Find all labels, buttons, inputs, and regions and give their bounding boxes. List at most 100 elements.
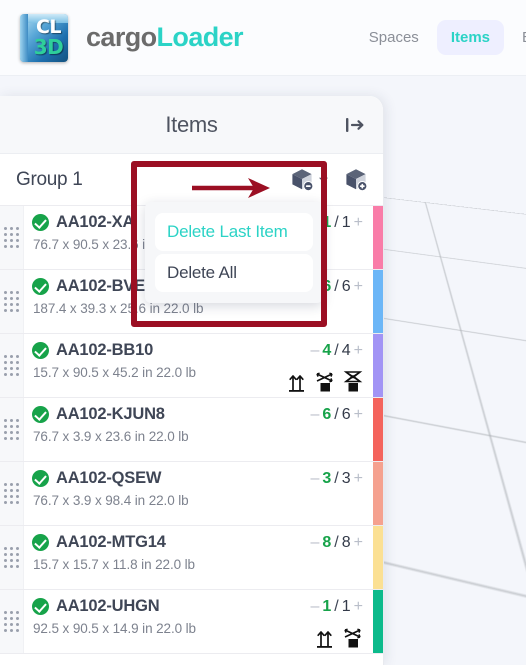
quantity-increment-button[interactable]: +: [354, 406, 363, 424]
item-dimensions: 187.4 x 39.3 x 25.6 in 22.0 lb: [33, 301, 363, 316]
panel-title: Items: [0, 112, 383, 138]
group-tools: [289, 167, 369, 193]
item-body: AA102-QSEW –3/3 +76.7 x 3.9 x 98.4 in 22.0…: [24, 462, 373, 525]
item-name: AA102-XA: [56, 213, 134, 232]
drag-handle[interactable]: [0, 398, 24, 461]
item-header: AA102-BB10–4/4 +: [32, 341, 363, 360]
drag-handle[interactable]: [0, 526, 24, 589]
nav-item-spaces[interactable]: Spaces: [355, 20, 433, 55]
handling-icons: [315, 626, 363, 648]
quantity-increment-button[interactable]: +: [354, 342, 363, 360]
quantity-separator: /: [334, 214, 338, 232]
quantity-increment-button[interactable]: +: [354, 278, 363, 296]
quantity-current: 6: [322, 406, 331, 424]
drag-handle[interactable]: [0, 590, 24, 653]
quantity-separator: /: [334, 342, 338, 360]
item-enabled-check-icon[interactable]: [32, 598, 49, 615]
quantity-increment-button[interactable]: +: [354, 598, 363, 616]
item-row[interactable]: AA102-MTG14–8/8 +15.7 x 15.7 x 11.8 in 22…: [0, 526, 383, 590]
quantity-stepper: –1/1+: [310, 598, 363, 616]
drag-dots-icon: [4, 483, 19, 504]
item-dimensions: 76.7 x 3.9 x 98.4 in 22.0 lb: [33, 493, 363, 508]
brand-name-part1: cargo: [86, 22, 157, 52]
quantity-decrement-button[interactable]: –: [310, 534, 319, 552]
quantity-decrement-button[interactable]: –: [310, 406, 319, 424]
this-side-up-icon: [315, 626, 335, 648]
item-row[interactable]: AA102-KJUN8–6/6 +76.7 x 3.9 x 23.6 in 22.…: [0, 398, 383, 462]
drag-dots-icon: [4, 611, 19, 632]
item-name: AA102-QSEW: [56, 469, 161, 488]
item-enabled-check-icon[interactable]: [32, 214, 49, 231]
item-row[interactable]: AA102-UHGN –1/1 +92.5 x 90.5 x 14.9 in 22.…: [0, 590, 383, 654]
chevron-down-icon: [318, 176, 329, 184]
nav-item-b[interactable]: B: [508, 20, 526, 55]
item-enabled-check-icon[interactable]: [32, 406, 49, 423]
quantity-stepper: –8/8 +: [310, 534, 363, 552]
menu-item-delete-last-item[interactable]: Delete Last Item: [155, 213, 313, 251]
drag-handle[interactable]: [0, 462, 24, 525]
do-not-stack-icon: [343, 370, 363, 392]
quantity-current: 1: [322, 598, 331, 616]
quantity-increment-button[interactable]: +: [354, 470, 363, 488]
item-name: AA102-BVE: [56, 277, 145, 296]
quantity-increment-button[interactable]: +: [354, 534, 363, 552]
item-name: AA102-MTG14: [56, 533, 166, 552]
item-color-bar: [373, 334, 383, 397]
quantity-separator: /: [334, 598, 338, 616]
item-enabled-check-icon[interactable]: [32, 278, 49, 295]
quantity-current: 8: [322, 534, 331, 552]
logo-text-cl: CL: [29, 18, 68, 37]
drag-dots-icon: [4, 355, 19, 376]
delete-dropdown-menu: Delete Last Item Delete All: [145, 202, 323, 303]
drag-dots-icon: [4, 291, 19, 312]
no-tilt-icon: [343, 626, 363, 648]
delete-items-dropdown-button[interactable]: [289, 167, 329, 193]
cargoloader-cube-logo-icon: CL 3D: [20, 14, 68, 62]
item-row[interactable]: AA102-BB10–4/4 +15.7 x 90.5 x 45.2 in 22.…: [0, 334, 383, 398]
item-header: AA102-KJUN8–6/6 +: [32, 405, 363, 424]
item-row[interactable]: AA102-QSEW –3/3 +76.7 x 3.9 x 98.4 in 22.0…: [0, 462, 383, 526]
menu-item-delete-all[interactable]: Delete All: [155, 254, 313, 292]
item-name: AA102-BB10: [56, 341, 153, 360]
quantity-increment-button[interactable]: +: [354, 214, 363, 232]
item-name: AA102-KJUN8: [56, 405, 165, 424]
items-panel-header: Items: [0, 96, 383, 154]
collapse-panel-right-icon[interactable]: [339, 110, 371, 140]
group-row: Group 1: [0, 154, 383, 206]
item-enabled-check-icon[interactable]: [32, 534, 49, 551]
quantity-decrement-button[interactable]: –: [310, 470, 319, 488]
brand-name-part2: Loader: [157, 22, 243, 52]
quantity-current: 3: [322, 470, 331, 488]
add-item-button[interactable]: [343, 167, 369, 193]
drag-dots-icon: [4, 227, 19, 248]
logo-text-3d: 3D: [29, 37, 68, 57]
item-header: AA102-MTG14 –8/8 +: [32, 533, 363, 552]
quantity-decrement-button[interactable]: –: [310, 342, 319, 360]
drag-dots-icon: [4, 419, 19, 440]
quantity-current: 1: [322, 214, 331, 232]
quantity-current: 6: [322, 278, 331, 296]
quantity-total: 6: [342, 406, 351, 424]
box-plus-icon: [343, 167, 369, 193]
item-enabled-check-icon[interactable]: [32, 342, 49, 359]
nav-item-items[interactable]: Items: [437, 20, 504, 55]
item-body: AA102-UHGN –1/1 +92.5 x 90.5 x 14.9 in 22.…: [24, 590, 373, 653]
item-color-bar: [373, 526, 383, 589]
quantity-decrement-button[interactable]: –: [310, 598, 319, 616]
handling-icons: [287, 370, 363, 392]
brand-logo[interactable]: CL 3D cargoLoader: [20, 14, 243, 62]
nav-items: Spaces Items B: [355, 20, 526, 55]
item-header: AA102-QSEW –3/3 +: [32, 469, 363, 488]
item-enabled-check-icon[interactable]: [32, 470, 49, 487]
brand-name: cargoLoader: [86, 22, 243, 53]
box-minus-icon: [289, 167, 315, 193]
drag-handle[interactable]: [0, 206, 24, 269]
top-navigation-bar: CL 3D cargoLoader Spaces Items B: [0, 0, 526, 76]
quantity-separator: /: [334, 406, 338, 424]
quantity-total: 1: [342, 598, 351, 616]
drag-handle[interactable]: [0, 334, 24, 397]
quantity-stepper: –6/6+: [310, 406, 363, 424]
quantity-separator: /: [334, 470, 338, 488]
quantity-total: 8: [342, 534, 351, 552]
drag-handle[interactable]: [0, 270, 24, 333]
